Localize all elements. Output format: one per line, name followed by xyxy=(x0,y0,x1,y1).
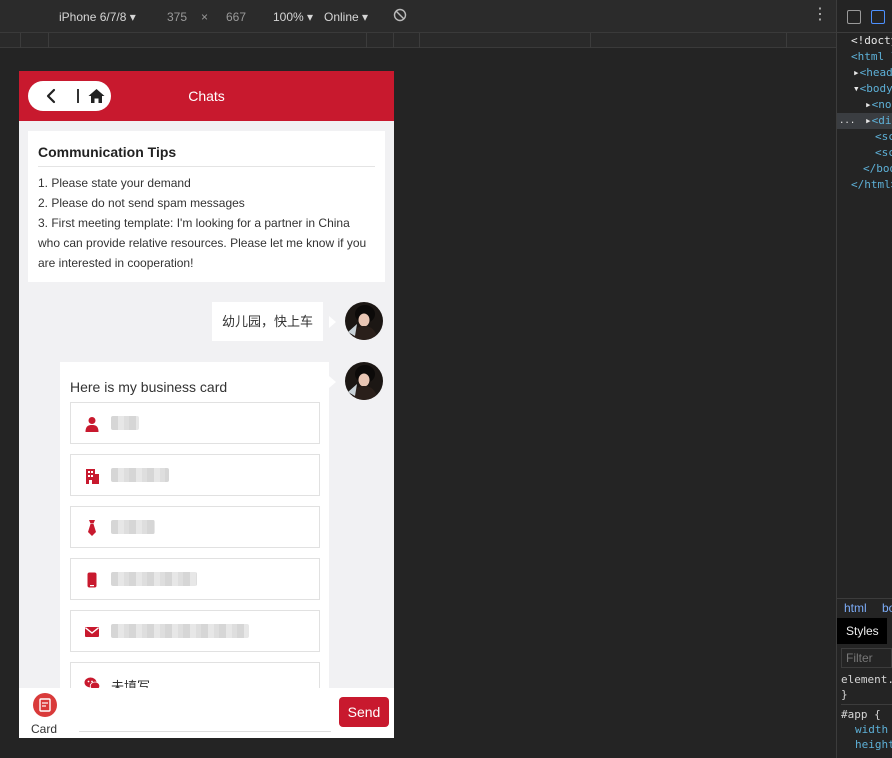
page-title: Chats xyxy=(188,88,225,104)
card-button[interactable] xyxy=(33,693,57,717)
dom-node-selected[interactable]: ... ▸<di xyxy=(837,113,892,129)
tip-line: are interested in cooperation! xyxy=(38,256,194,270)
card-field-name xyxy=(70,402,320,444)
business-card-heading: Here is my business card xyxy=(70,379,228,395)
business-card-icon xyxy=(39,698,51,712)
tie-icon xyxy=(88,520,96,536)
style-rule-close: } xyxy=(841,688,848,701)
breadcrumb: html bo xyxy=(837,598,892,615)
card-field-title xyxy=(70,506,320,548)
more-options-icon[interactable]: ⋮ xyxy=(812,7,828,23)
chat-message-bubble: 幼儿园，快上车 xyxy=(212,302,324,341)
dom-node[interactable]: <sc xyxy=(837,145,892,161)
styles-pane: element. } #app { width height xyxy=(841,672,892,752)
rotate-icon[interactable] xyxy=(393,8,407,25)
dom-node[interactable]: ▸<no xyxy=(837,97,892,113)
avatar[interactable] xyxy=(345,362,383,400)
tip-line: who can provide relative resources. Plea… xyxy=(38,236,367,250)
tip-line: 1. Please state your demand xyxy=(38,176,191,190)
communication-tips-card: Communication Tips 1. Please state your … xyxy=(28,131,385,282)
bubble-tail xyxy=(329,376,336,388)
dom-node[interactable]: </bod xyxy=(837,161,892,177)
redacted-value xyxy=(111,520,155,534)
styles-filter-input[interactable]: Filter xyxy=(841,648,892,668)
dom-node[interactable]: </html> xyxy=(837,177,892,193)
devtools-toolbar xyxy=(837,0,892,33)
style-rule-selector: element. xyxy=(841,673,892,686)
style-property[interactable]: width xyxy=(841,722,892,737)
redacted-value xyxy=(111,416,139,430)
person-icon xyxy=(85,417,99,432)
device-toggle-icon[interactable] xyxy=(871,10,885,24)
send-button[interactable]: Send xyxy=(339,697,389,727)
tips-title: Communication Tips xyxy=(38,144,375,167)
redacted-value xyxy=(111,468,169,482)
dom-tree: <!docty <html l ▸<head ▾<body ▸<no ...▸<… xyxy=(837,33,892,193)
breadcrumb-item[interactable]: bo xyxy=(882,601,892,615)
app-header: Chats xyxy=(19,71,394,121)
card-button-label: Card xyxy=(31,722,58,736)
card-field-company xyxy=(70,454,320,496)
inspect-element-icon[interactable] xyxy=(847,10,861,24)
tips-body: 1. Please state your demand 2. Please do… xyxy=(38,173,375,273)
device-height-input[interactable]: 667 xyxy=(226,10,246,24)
envelope-icon xyxy=(85,627,99,637)
network-throttle-select[interactable]: Online ▾ xyxy=(324,10,368,24)
devtools-panel: <!docty <html l ▸<head ▾<body ▸<no ...▸<… xyxy=(836,0,892,758)
message-input[interactable] xyxy=(79,698,331,732)
style-rule-selector: #app { xyxy=(841,704,892,722)
style-property[interactable]: height xyxy=(841,737,892,752)
card-field-email xyxy=(70,610,320,652)
dom-node[interactable]: ▸<head xyxy=(837,65,892,81)
dimension-separator: × xyxy=(201,10,209,24)
redacted-value xyxy=(111,572,197,586)
zoom-select[interactable]: 100% ▾ xyxy=(273,10,313,24)
device-width-input[interactable]: 375 xyxy=(167,10,187,24)
dom-node[interactable]: <sc xyxy=(837,129,892,145)
business-card-bubble: Here is my business card 未填写 xyxy=(60,362,329,704)
tip-line: 2. Please do not send spam messages xyxy=(38,196,245,210)
tip-line: 3. First meeting template: I'm looking f… xyxy=(38,216,350,230)
building-icon xyxy=(86,469,99,484)
phone-viewport: Chats Communication Tips 1. Please state… xyxy=(19,71,394,738)
dom-node[interactable]: <!docty xyxy=(837,33,892,49)
card-field-phone xyxy=(70,558,320,600)
breadcrumb-item[interactable]: html xyxy=(844,601,867,615)
mobile-phone-icon xyxy=(87,572,97,588)
media-query-ruler xyxy=(0,33,836,48)
redacted-value xyxy=(111,624,249,638)
dom-node[interactable]: ▾<body xyxy=(837,81,892,97)
tab-styles[interactable]: Styles xyxy=(837,618,887,644)
dom-node[interactable]: <html l xyxy=(837,49,892,65)
device-toolbar: iPhone 6/7/8 ▾ 375 × 667 100% ▾ Online ▾… xyxy=(0,0,836,33)
avatar[interactable] xyxy=(345,302,383,340)
device-select[interactable]: iPhone 6/7/8 ▾ xyxy=(59,10,136,24)
bubble-tail xyxy=(329,316,336,328)
chat-input-bar: Card Send xyxy=(19,688,394,738)
